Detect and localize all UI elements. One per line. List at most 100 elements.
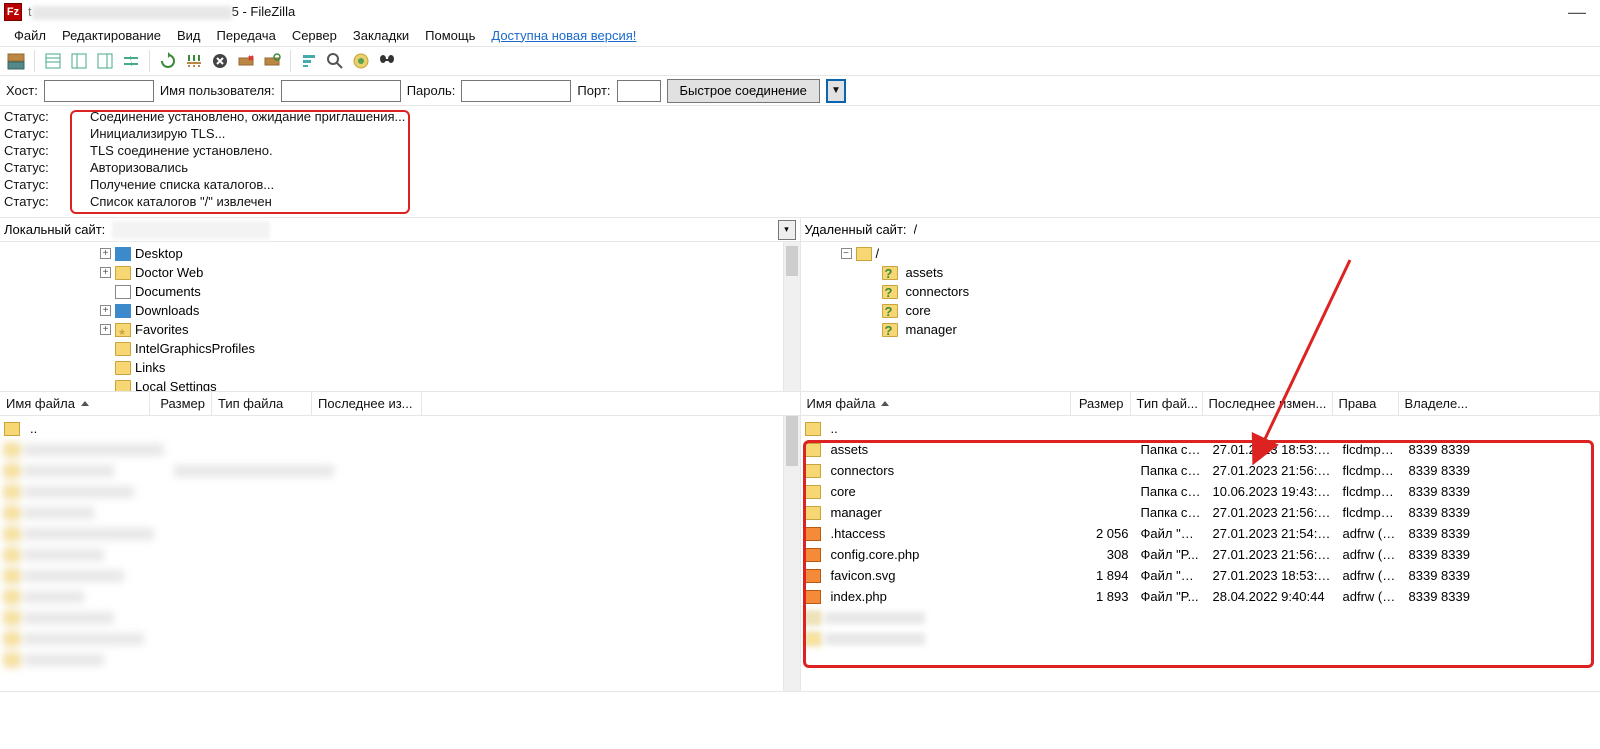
remote-site-input[interactable] xyxy=(913,220,1596,240)
cell-modified: 10.06.2023 19:43:54 xyxy=(1207,484,1337,499)
quickconnect-button[interactable]: Быстрое соединение xyxy=(667,79,820,103)
col-name[interactable]: Имя файла xyxy=(801,392,1071,415)
col-owner[interactable]: Владеле... xyxy=(1399,392,1600,415)
file-row[interactable]: core Папка с ... 10.06.2023 19:43:54 flc… xyxy=(801,481,1600,502)
col-modified[interactable]: Последнее измен... xyxy=(1203,392,1333,415)
search-remote-icon[interactable] xyxy=(375,49,399,73)
cell-name: index.php xyxy=(825,589,1075,604)
menu-new-version[interactable]: Доступна новая версия! xyxy=(483,26,644,45)
menu-file[interactable]: Файл xyxy=(6,26,54,45)
col-perm[interactable]: Права xyxy=(1333,392,1399,415)
tree-node[interactable]: IntelGraphicsProfiles xyxy=(100,339,800,358)
tree-node[interactable]: Links xyxy=(100,358,800,377)
tree-node[interactable]: + Doctor Web xyxy=(100,263,800,282)
expand-icon[interactable]: + xyxy=(100,267,111,278)
tree-node-label: IntelGraphicsProfiles xyxy=(135,339,255,358)
remote-tree[interactable]: − / ?assets?connectors?core?manager xyxy=(801,242,1600,391)
tree-node[interactable]: ?connectors xyxy=(867,282,1600,301)
refresh-icon[interactable] xyxy=(156,49,180,73)
tree-node-label: connectors xyxy=(906,282,970,301)
expand-icon[interactable]: + xyxy=(100,305,111,316)
disconnect-icon[interactable] xyxy=(234,49,258,73)
expand-icon[interactable]: + xyxy=(100,324,111,335)
file-row[interactable]: index.php 1 893 Файл "P... 28.04.2022 9:… xyxy=(801,586,1600,607)
reconnect-icon[interactable] xyxy=(260,49,284,73)
cell-size: 1 893 xyxy=(1075,589,1135,604)
filter-icon[interactable] xyxy=(297,49,321,73)
file-row[interactable]: .. xyxy=(801,418,1600,439)
tree-node[interactable]: Documents xyxy=(100,282,800,301)
col-name[interactable]: Имя файла xyxy=(0,392,150,415)
menu-view[interactable]: Вид xyxy=(169,26,209,45)
tree-node-label: Favorites xyxy=(135,320,188,339)
file-row[interactable]: connectors Папка с ... 27.01.2023 21:56:… xyxy=(801,460,1600,481)
local-file-scrollbar[interactable] xyxy=(783,416,800,691)
process-queue-icon[interactable] xyxy=(182,49,206,73)
local-tree[interactable]: +Desktop+Doctor WebDocuments+Downloads+F… xyxy=(0,242,800,391)
minimize-button[interactable]: — xyxy=(1558,2,1596,23)
host-input[interactable] xyxy=(44,80,154,102)
col-type[interactable]: Тип фай... xyxy=(1131,392,1203,415)
directory-tree-split: Локальный сайт: ▾ +Desktop+Doctor WebDoc… xyxy=(0,218,1600,392)
port-input[interactable] xyxy=(617,80,661,102)
menu-help[interactable]: Помощь xyxy=(417,26,483,45)
filezilla-icon: Fz xyxy=(4,3,22,21)
toggle-remote-tree-icon[interactable] xyxy=(93,49,117,73)
tree-node-label: Doctor Web xyxy=(135,263,203,282)
tree-node[interactable]: + Favorites xyxy=(100,320,800,339)
menu-transfer[interactable]: Передача xyxy=(209,26,284,45)
cell-modified: 27.01.2023 21:56:29 xyxy=(1207,505,1337,520)
toggle-local-tree-icon[interactable] xyxy=(67,49,91,73)
file-row[interactable]: .htaccess 2 056 Файл "H... 27.01.2023 21… xyxy=(801,523,1600,544)
local-file-list: Имя файла Размер Тип файла Последнее из.… xyxy=(0,392,801,691)
file-row[interactable]: assets Папка с ... 27.01.2023 18:53:29 f… xyxy=(801,439,1600,460)
file-row[interactable]: config.core.php 308 Файл "P... 27.01.202… xyxy=(801,544,1600,565)
menu-server[interactable]: Сервер xyxy=(284,26,345,45)
log-panel: Статус:Соединение установлено, ожидание … xyxy=(0,106,1600,218)
cell-owner: 8339 8339 xyxy=(1403,547,1600,562)
cell-perm: flcdmpe ... xyxy=(1337,484,1403,499)
tree-node[interactable]: ?core xyxy=(867,301,1600,320)
col-modified[interactable]: Последнее из... xyxy=(312,392,422,415)
local-site-dropdown[interactable]: ▾ xyxy=(778,220,796,240)
local-file-body[interactable]: .. xyxy=(0,416,800,691)
col-type[interactable]: Тип файла xyxy=(212,392,312,415)
tree-node[interactable]: ?manager xyxy=(867,320,1600,339)
local-site-input[interactable] xyxy=(111,220,271,240)
local-tree-scrollbar[interactable] xyxy=(783,242,800,391)
quickconnect-dropdown[interactable]: ▼ xyxy=(826,79,846,103)
tree-node[interactable]: ?assets xyxy=(867,263,1600,282)
menu-edit[interactable]: Редактирование xyxy=(54,26,169,45)
expand-icon[interactable]: + xyxy=(100,248,111,259)
username-input[interactable] xyxy=(281,80,401,102)
cell-type: Папка с ... xyxy=(1135,505,1207,520)
cell-owner: 8339 8339 xyxy=(1403,484,1600,499)
cell-perm: adfrw (0... xyxy=(1337,568,1403,583)
cancel-icon[interactable] xyxy=(208,49,232,73)
menu-bookmarks[interactable]: Закладки xyxy=(345,26,417,45)
remote-file-body[interactable]: .. assets Папка с ... 27.01.2023 18:53:2… xyxy=(801,416,1600,691)
tree-node[interactable]: +Desktop xyxy=(100,244,800,263)
toggle-queue-icon[interactable] xyxy=(119,49,143,73)
log-message: TLS соединение установлено. xyxy=(90,142,273,159)
cell-owner: 8339 8339 xyxy=(1403,526,1600,541)
col-size[interactable]: Размер xyxy=(1071,392,1131,415)
cell-type: Файл "P... xyxy=(1135,547,1207,562)
cell-type: Файл "SV... xyxy=(1135,568,1207,583)
file-row[interactable]: manager Папка с ... 27.01.2023 21:56:29 … xyxy=(801,502,1600,523)
password-input[interactable] xyxy=(461,80,571,102)
sync-browse-icon[interactable] xyxy=(349,49,373,73)
cell-perm: adfrw (0... xyxy=(1337,526,1403,541)
site-manager-icon[interactable] xyxy=(4,49,28,73)
tree-node[interactable]: Local Settings xyxy=(100,377,800,391)
log-label: Статус: xyxy=(4,193,60,210)
collapse-icon[interactable]: − xyxy=(841,248,852,259)
toggle-log-icon[interactable] xyxy=(41,49,65,73)
compare-icon[interactable] xyxy=(323,49,347,73)
cell-modified: 27.01.2023 21:56:41 xyxy=(1207,547,1337,562)
tree-node-root[interactable]: / xyxy=(876,244,880,263)
log-message: Получение списка каталогов... xyxy=(90,176,274,193)
file-row[interactable]: favicon.svg 1 894 Файл "SV... 27.01.2023… xyxy=(801,565,1600,586)
tree-node[interactable]: +Downloads xyxy=(100,301,800,320)
col-size[interactable]: Размер xyxy=(150,392,212,415)
